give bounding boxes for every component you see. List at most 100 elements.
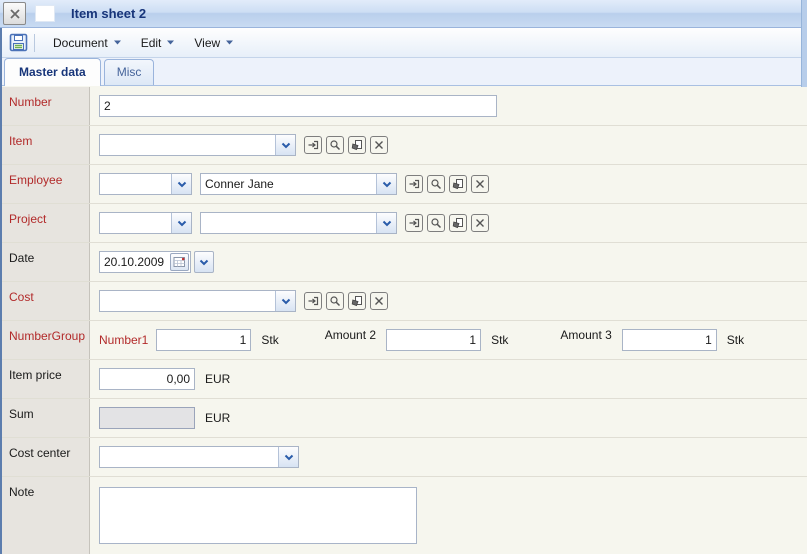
search-button[interactable] xyxy=(326,292,344,310)
chevron-down-icon xyxy=(226,40,234,45)
search-icon xyxy=(330,140,341,151)
goto-record-icon xyxy=(308,296,319,306)
cost-combobox-value xyxy=(100,291,275,311)
chevron-down-icon xyxy=(177,220,186,226)
cost-center-dropdown-button[interactable] xyxy=(278,447,298,467)
copy-icon xyxy=(351,296,362,307)
form-row-cost-center: Cost center xyxy=(0,438,807,477)
note-textarea[interactable] xyxy=(99,487,417,544)
project-code-value xyxy=(100,213,171,233)
numbergroup-label: NumberGroup xyxy=(9,329,86,343)
copy-button[interactable] xyxy=(449,175,467,193)
master-data-form: Number Item xyxy=(0,87,807,554)
form-row-sum: Sum EUR xyxy=(0,399,807,438)
goto-record-button[interactable] xyxy=(304,292,322,310)
date-label: Date xyxy=(9,251,35,265)
amount2-unit: Stk xyxy=(491,333,509,347)
titlebar: Item sheet 2 xyxy=(0,0,807,28)
item-price-input[interactable] xyxy=(99,368,195,390)
date-picker[interactable]: 20.10.2009 xyxy=(99,251,191,273)
copy-icon xyxy=(351,140,362,151)
copy-button[interactable] xyxy=(348,292,366,310)
project-name-combobox[interactable] xyxy=(200,212,397,234)
document-icon xyxy=(35,5,55,22)
form-row-cost: Cost xyxy=(0,282,807,321)
cost-combobox[interactable] xyxy=(99,290,296,312)
project-code-combobox[interactable] xyxy=(99,212,192,234)
menu-edit[interactable]: Edit xyxy=(133,32,183,54)
amount3-label: Amount 3 xyxy=(560,328,612,342)
chevron-down-icon xyxy=(113,40,121,45)
employee-code-dropdown-button[interactable] xyxy=(171,174,191,194)
number-input[interactable] xyxy=(99,95,497,117)
cost-center-value xyxy=(100,447,278,467)
tab-misc[interactable]: Misc xyxy=(103,59,155,85)
employee-code-value xyxy=(100,174,171,194)
employee-name-combobox[interactable]: Conner Jane xyxy=(200,173,397,195)
amount2-input[interactable] xyxy=(386,329,482,351)
item-combobox[interactable] xyxy=(99,134,296,156)
goto-record-button[interactable] xyxy=(304,136,322,154)
page-title: Item sheet 2 xyxy=(71,6,147,21)
sum-unit: EUR xyxy=(205,411,231,425)
menu-view[interactable]: View xyxy=(186,32,241,54)
cost-center-combobox[interactable] xyxy=(99,446,299,468)
clear-button[interactable] xyxy=(370,292,388,310)
chevron-down-icon xyxy=(281,298,290,304)
search-icon xyxy=(431,179,442,190)
form-row-note: Note xyxy=(0,477,807,554)
project-name-value xyxy=(201,213,376,233)
menu-document[interactable]: Document xyxy=(45,32,129,54)
tab-master-data-label: Master data xyxy=(19,65,86,79)
clear-button[interactable] xyxy=(370,136,388,154)
form-row-date: Date 20.10.2009 xyxy=(0,243,807,282)
calendar-button[interactable] xyxy=(170,253,189,271)
search-button[interactable] xyxy=(326,136,344,154)
chevron-down-icon xyxy=(382,181,391,187)
goto-record-button[interactable] xyxy=(405,214,423,232)
number-label: Number xyxy=(9,95,52,109)
window-frame-right xyxy=(801,0,807,87)
chevron-down-icon xyxy=(177,181,186,187)
goto-record-icon xyxy=(308,140,319,150)
cost-dropdown-button[interactable] xyxy=(275,291,295,311)
search-button[interactable] xyxy=(427,175,445,193)
goto-record-icon xyxy=(409,179,420,189)
date-dropdown-button[interactable] xyxy=(194,251,214,273)
copy-button[interactable] xyxy=(449,214,467,232)
item-price-label: Item price xyxy=(9,368,62,382)
chevron-down-icon xyxy=(281,142,290,148)
project-name-dropdown-button[interactable] xyxy=(376,213,396,233)
form-row-number: Number xyxy=(0,87,807,126)
employee-name-dropdown-button[interactable] xyxy=(376,174,396,194)
employee-name-value: Conner Jane xyxy=(205,177,274,191)
window-frame-left xyxy=(0,28,2,554)
clear-button[interactable] xyxy=(471,175,489,193)
clear-icon xyxy=(476,180,484,188)
clear-icon xyxy=(375,141,383,149)
search-button[interactable] xyxy=(427,214,445,232)
employee-code-combobox[interactable] xyxy=(99,173,192,195)
search-icon xyxy=(330,296,341,307)
goto-record-button[interactable] xyxy=(405,175,423,193)
close-icon xyxy=(9,8,20,19)
item-dropdown-button[interactable] xyxy=(275,135,295,155)
close-button[interactable] xyxy=(3,2,26,25)
copy-button[interactable] xyxy=(348,136,366,154)
project-code-dropdown-button[interactable] xyxy=(171,213,191,233)
chevron-down-icon xyxy=(199,259,209,265)
cost-actions xyxy=(304,292,388,310)
cost-label: Cost xyxy=(9,290,34,304)
project-label: Project xyxy=(9,212,47,226)
clear-button[interactable] xyxy=(471,214,489,232)
number1-input[interactable] xyxy=(156,329,252,351)
sum-label: Sum xyxy=(9,407,34,421)
chevron-down-icon xyxy=(167,40,175,45)
sum-input xyxy=(99,407,195,429)
save-button[interactable] xyxy=(6,31,30,55)
amount3-input[interactable] xyxy=(621,329,717,351)
tab-master-data[interactable]: Master data xyxy=(4,58,101,86)
toolbar: Document Edit View xyxy=(0,28,807,58)
clear-icon xyxy=(375,297,383,305)
goto-record-icon xyxy=(409,218,420,228)
